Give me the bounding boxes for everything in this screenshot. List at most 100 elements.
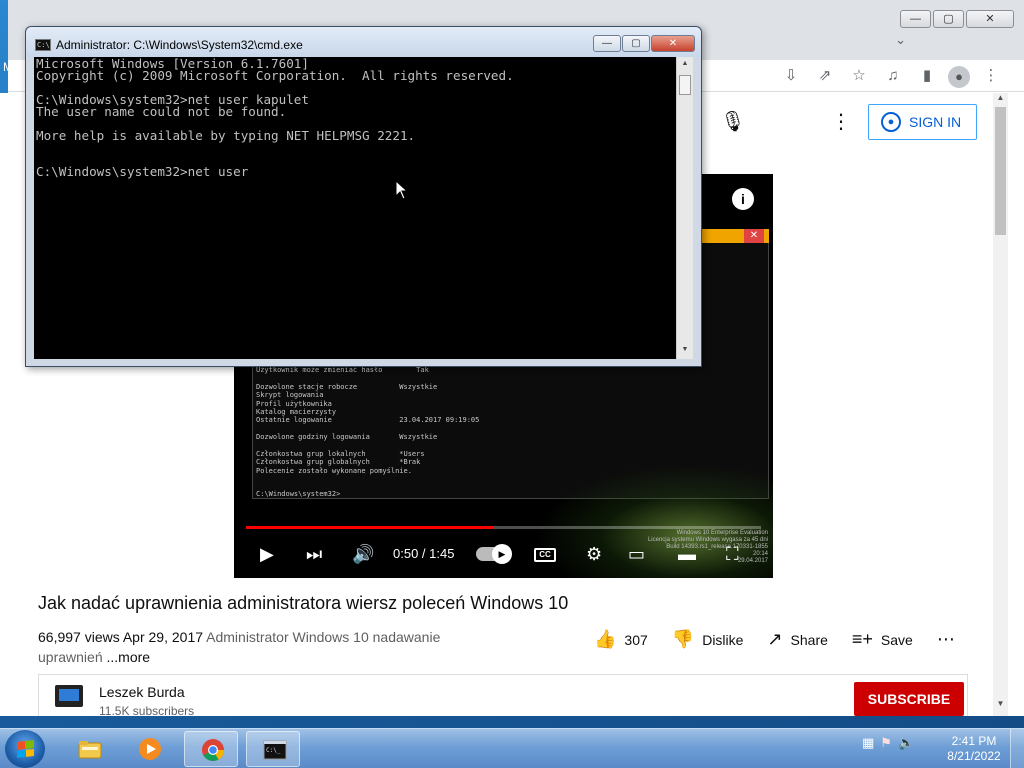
theater-mode-icon[interactable]: ▬ (678, 536, 696, 572)
media-player-icon (139, 738, 161, 760)
taskbar-explorer[interactable] (62, 731, 116, 767)
save-button[interactable]: ≡+ Save (852, 629, 913, 650)
close-icon: ✕ (744, 229, 764, 243)
star-icon[interactable]: ☆ (846, 66, 872, 86)
channel-avatar[interactable] (55, 685, 83, 707)
video-description[interactable]: 66,997 views Apr 29, 2017 Administrator … (38, 627, 458, 667)
cmd-console[interactable]: Microsoft Windows [Version 6.1.7601] Copy… (34, 57, 676, 359)
start-button[interactable] (5, 730, 45, 768)
chrome-window-controls: — ▢ ✕ (900, 10, 1014, 28)
captions-button[interactable]: CC (534, 548, 556, 562)
clock[interactable]: 2:41 PM 8/21/2022 (944, 734, 1004, 764)
taskbar-cmd[interactable]: C:\_ (246, 731, 300, 767)
taskbar-media-player[interactable] (122, 731, 176, 767)
cmd-line: The user name could not be found. (36, 104, 287, 119)
video-inner-console-text: Użytkownik może zmieniać hasło Tak Dozwo… (256, 366, 479, 475)
mouse-cursor-icon (395, 180, 409, 200)
close-button[interactable]: ✕ (966, 10, 1014, 28)
kebab-menu-icon[interactable]: ⋮ (826, 107, 856, 137)
download-icon[interactable]: ⇩ (778, 66, 804, 86)
cmd-close-button[interactable]: ✕ (651, 35, 695, 52)
video-console-line (256, 442, 479, 450)
dislike-button[interactable]: 👎 Dislike (672, 629, 744, 650)
cmd-scroll-up-icon[interactable]: ▲ (677, 57, 693, 71)
folder-icon (78, 741, 102, 759)
video-console-line: Użytkownik może zmieniać hasło Tak (256, 366, 429, 374)
like-button[interactable]: 👍 307 (594, 629, 648, 650)
sidebar-icon[interactable]: ▮ (914, 66, 940, 86)
scroll-up-icon[interactable]: ▲ (993, 93, 1008, 105)
cmd-line: C:\Windows\system32>net user (36, 164, 249, 179)
miniplayer-icon[interactable]: ▭ (628, 536, 645, 572)
microphone-icon[interactable]: 🎙 (718, 107, 748, 137)
play-icon[interactable]: ▶ (260, 536, 274, 572)
cmd-scrollbar-thumb[interactable] (679, 75, 691, 95)
cmd-icon: C:\_ (263, 740, 287, 760)
maximize-button[interactable]: ▢ (933, 10, 964, 28)
tab-search-chevron-down-icon[interactable]: ⌄ (895, 32, 906, 48)
video-inner-titlebar: ✕ (700, 229, 769, 243)
sign-in-label: SIGN IN (909, 114, 962, 130)
taskbar: C:\_ ▦ ⚑ 🔈 2:41 PM 8/21/2022 (0, 728, 1024, 768)
page-scrollbar[interactable]: ▲ ▼ (993, 93, 1008, 716)
video-console-line: Dozwolone stacje robocze Wszystkie (256, 382, 438, 391)
cmd-window: C:\ Administrator: C:\Windows\System32\c… (25, 26, 702, 367)
media-icon[interactable]: ♫ (880, 66, 906, 86)
share-icon[interactable]: ⇗ (812, 66, 838, 86)
share-arrow-icon: ↗ (767, 629, 783, 649)
video-title: Jak nadać uprawnienia administratora wie… (38, 593, 569, 613)
scrollbar-thumb[interactable] (995, 107, 1006, 235)
video-console-line: Katalog macierzysty (256, 408, 337, 417)
scroll-down-icon[interactable]: ▼ (993, 699, 1008, 711)
cmd-scroll-down-icon[interactable]: ▼ (677, 343, 693, 357)
sign-in-button[interactable]: ● SIGN IN (868, 104, 977, 140)
volume-icon[interactable]: 🔈 (898, 735, 914, 751)
autoplay-play-icon: ▶ (492, 544, 512, 564)
cmd-line (36, 142, 514, 154)
thumbs-up-icon: 👍 (594, 629, 617, 649)
chrome-icon (202, 739, 224, 761)
settings-gear-icon[interactable]: ⚙ (586, 536, 602, 572)
video-console-line: Członkostwa grup lokalnych *Users (256, 450, 425, 459)
cmd-minimize-button[interactable]: — (593, 35, 621, 52)
video-console-line: Członkostwa grup globalnych *Brak (256, 458, 421, 467)
cmd-titlebar[interactable]: C:\ Administrator: C:\Windows\System32\c… (26, 27, 701, 57)
clock-date: 8/21/2022 (947, 749, 1001, 763)
svg-text:C:\_: C:\_ (266, 747, 281, 754)
share-label: Share (790, 631, 828, 648)
volume-icon[interactable]: 🔊 (352, 536, 374, 572)
cmd-line: Copyright (c) 2009 Microsoft Corporation… (36, 68, 514, 83)
next-icon[interactable]: ⏭ (306, 536, 322, 572)
more-link[interactable]: ...more (107, 649, 151, 665)
cmd-app-icon[interactable]: C:\ (35, 39, 51, 51)
description-line-2: uprawnień (38, 649, 103, 665)
upload-date: Apr 29, 2017 (122, 629, 204, 645)
info-icon[interactable]: i (732, 188, 754, 210)
video-progress-bar[interactable] (246, 526, 761, 529)
more-actions-button[interactable]: ⋯ (937, 629, 955, 650)
autoplay-toggle[interactable]: ▶ (476, 544, 512, 564)
share-button[interactable]: ↗ Share (767, 629, 827, 650)
subscribe-button[interactable]: SUBSCRIBE (854, 682, 964, 716)
cmd-scrollbar[interactable]: ▲ ▼ (676, 57, 693, 359)
show-desktop-button[interactable] (1010, 729, 1024, 768)
fullscreen-icon[interactable]: ⛶ (726, 536, 739, 572)
like-count: 307 (624, 631, 648, 648)
view-count: 66,997 views (38, 629, 120, 645)
save-label: Save (880, 631, 913, 648)
cmd-maximize-button[interactable]: ▢ (622, 35, 650, 52)
video-console-line: Profil użytkownika (256, 399, 332, 408)
profile-avatar-icon[interactable]: ● (948, 66, 970, 88)
account-icon: ● (881, 112, 901, 132)
channel-name[interactable]: Leszek Burda (99, 684, 185, 700)
channel-bar: Leszek Burda 11.5K subscribers SUBSCRIBE (38, 674, 968, 716)
minimize-button[interactable]: — (900, 10, 931, 28)
system-tray: ▦ ⚑ 🔈 (862, 735, 914, 751)
taskbar-chrome[interactable] (184, 731, 238, 767)
action-center-flag-icon[interactable]: ⚑ (880, 735, 892, 751)
cmd-console-text: Microsoft Windows [Version 6.1.7601] Copy… (36, 57, 514, 179)
kebab-menu-icon[interactable]: ⋮ (978, 66, 1004, 86)
subscriber-count: 11.5K subscribers (99, 704, 195, 716)
network-icon[interactable]: ▦ (862, 735, 874, 751)
video-console-line: Dozwolone godziny logowania Wszystkie (256, 433, 438, 442)
